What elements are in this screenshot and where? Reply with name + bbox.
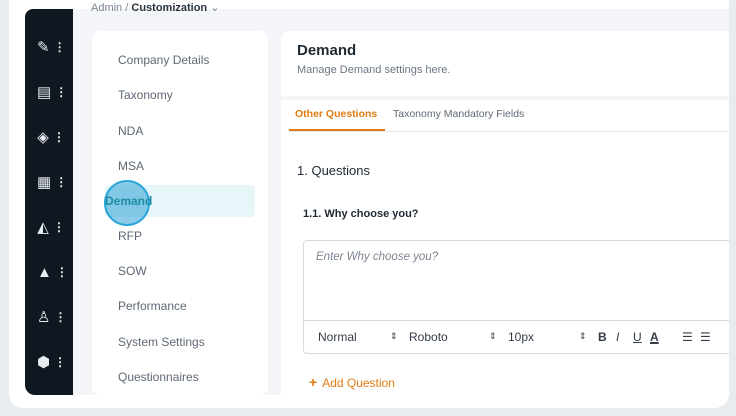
- sidebar-item-performance[interactable]: Performance: [118, 299, 187, 313]
- editor-placeholder[interactable]: Enter Why choose you?: [316, 251, 438, 263]
- question-label: 1.1. Why choose you?: [303, 208, 419, 220]
- underline-button[interactable]: U: [633, 330, 642, 344]
- more-icon: ⋮: [53, 130, 65, 144]
- chevron-down-icon[interactable]: ⌄: [210, 2, 219, 14]
- nav-item-document-edit[interactable]: ✎ ⋮: [37, 37, 66, 57]
- active-tab-indicator: [289, 129, 385, 131]
- section-heading: 1. Questions: [297, 163, 370, 178]
- breadcrumb-parent[interactable]: Admin: [91, 2, 122, 14]
- rich-text-editor[interactable]: Enter Why choose you? Normal ⇕ Roboto ⇕ …: [303, 240, 729, 354]
- nav-item-building[interactable]: ▦ ⋮: [37, 172, 68, 192]
- select-arrow-icon: ⇕: [489, 331, 497, 341]
- sidebar-item-sow[interactable]: SOW: [118, 264, 147, 278]
- app-frame: ✎ ⋮ ▤ ⋮ ◈ ⋮ ▦ ⋮ ◭ ⋮ ▲ ⋮ ♙ ⋮ ⬢ ⋮ Admin / Customiz…: [9, 0, 729, 408]
- sidebar-item-nda[interactable]: NDA: [118, 124, 143, 138]
- font-select-value: Roboto: [409, 330, 448, 344]
- size-select[interactable]: 10px ⇕: [508, 330, 598, 344]
- breadcrumb-current: Customization: [131, 2, 208, 14]
- more-icon: ⋮: [54, 310, 67, 324]
- demand-panel: Demand Manage Demand settings here. Othe…: [281, 31, 729, 395]
- more-icon: ⋮: [53, 40, 66, 54]
- italic-button[interactable]: I: [616, 330, 619, 344]
- more-icon: ⋮: [53, 220, 65, 234]
- sidebar-item-company-details[interactable]: Company Details: [118, 53, 209, 67]
- more-icon: ⋮: [55, 85, 68, 99]
- breadcrumb-separator: /: [125, 2, 129, 14]
- graduation-cap-icon: ◭: [37, 219, 49, 236]
- tab-bar: Other Questions Taxonomy Mandatory Field…: [289, 100, 729, 132]
- building-icon: ▦: [37, 174, 52, 191]
- add-question-button[interactable]: + Add Question: [309, 374, 395, 390]
- align-center-icon[interactable]: ☰: [700, 330, 711, 344]
- shield-icon: ⬢: [37, 354, 51, 371]
- bold-button[interactable]: B: [598, 330, 607, 344]
- text-color-button[interactable]: A: [650, 330, 659, 344]
- sidebar-item-questionnaires[interactable]: Questionnaires: [118, 370, 199, 384]
- sidebar-item-demand[interactable]: Demand: [104, 180, 255, 226]
- nav-item-clipboard[interactable]: ▤ ⋮: [37, 82, 68, 102]
- sidebar-item-rfp[interactable]: RFP: [118, 229, 142, 243]
- more-icon: ⋮: [54, 355, 67, 369]
- font-select[interactable]: Roboto ⇕: [409, 330, 499, 344]
- page-title: Demand: [297, 42, 357, 59]
- tab-other-questions[interactable]: Other Questions: [295, 108, 377, 120]
- nav-item-graduation-cap[interactable]: ◭ ⋮: [37, 217, 65, 237]
- sidebar-item-taxonomy[interactable]: Taxonomy: [118, 88, 173, 102]
- page-subtitle: Manage Demand settings here.: [297, 64, 451, 76]
- size-select-value: 10px: [508, 330, 535, 344]
- sidebar-item-msa[interactable]: MSA: [118, 159, 144, 173]
- nav-item-handshake[interactable]: ◈ ⋮: [37, 127, 65, 147]
- nav-item-shield[interactable]: ⬢ ⋮: [37, 352, 67, 372]
- sidebar-item-label: Demand: [105, 194, 153, 208]
- nav-item-user[interactable]: ♙ ⋮: [37, 307, 67, 327]
- user-icon: ♙: [37, 309, 51, 326]
- breadcrumb: Admin / Customization ⌄: [91, 1, 219, 14]
- editor-toolbar: Normal ⇕ Roboto ⇕ 10px ⇕ B I U A ☰ ☰: [304, 320, 729, 354]
- select-arrow-icon: ⇕: [390, 331, 398, 341]
- nav-item-shapes[interactable]: ▲ ⋮: [37, 262, 68, 282]
- format-select[interactable]: Normal ⇕: [318, 330, 408, 344]
- tab-taxonomy-mandatory-fields[interactable]: Taxonomy Mandatory Fields: [393, 108, 524, 120]
- select-arrow-icon: ⇕: [579, 331, 587, 341]
- sidebar-item-system-settings[interactable]: System Settings: [118, 335, 205, 349]
- more-icon: ⋮: [55, 175, 68, 189]
- clipboard-icon: ▤: [37, 84, 52, 101]
- document-edit-icon: ✎: [37, 39, 50, 56]
- main-content: Admin / Customization ⌄ Company Details …: [73, 2, 729, 395]
- shapes-icon: ▲: [37, 263, 52, 281]
- more-icon: ⋮: [55, 265, 68, 279]
- add-question-label: Add Question: [322, 376, 395, 390]
- plus-icon: +: [309, 374, 318, 390]
- align-left-icon[interactable]: ☰: [682, 330, 693, 344]
- format-select-value: Normal: [318, 330, 357, 344]
- settings-sidebar: Company Details Taxonomy NDA MSA Demand …: [92, 31, 268, 395]
- nav-rail: ✎ ⋮ ▤ ⋮ ◈ ⋮ ▦ ⋮ ◭ ⋮ ▲ ⋮ ♙ ⋮ ⬢ ⋮: [25, 9, 73, 395]
- handshake-icon: ◈: [37, 129, 49, 146]
